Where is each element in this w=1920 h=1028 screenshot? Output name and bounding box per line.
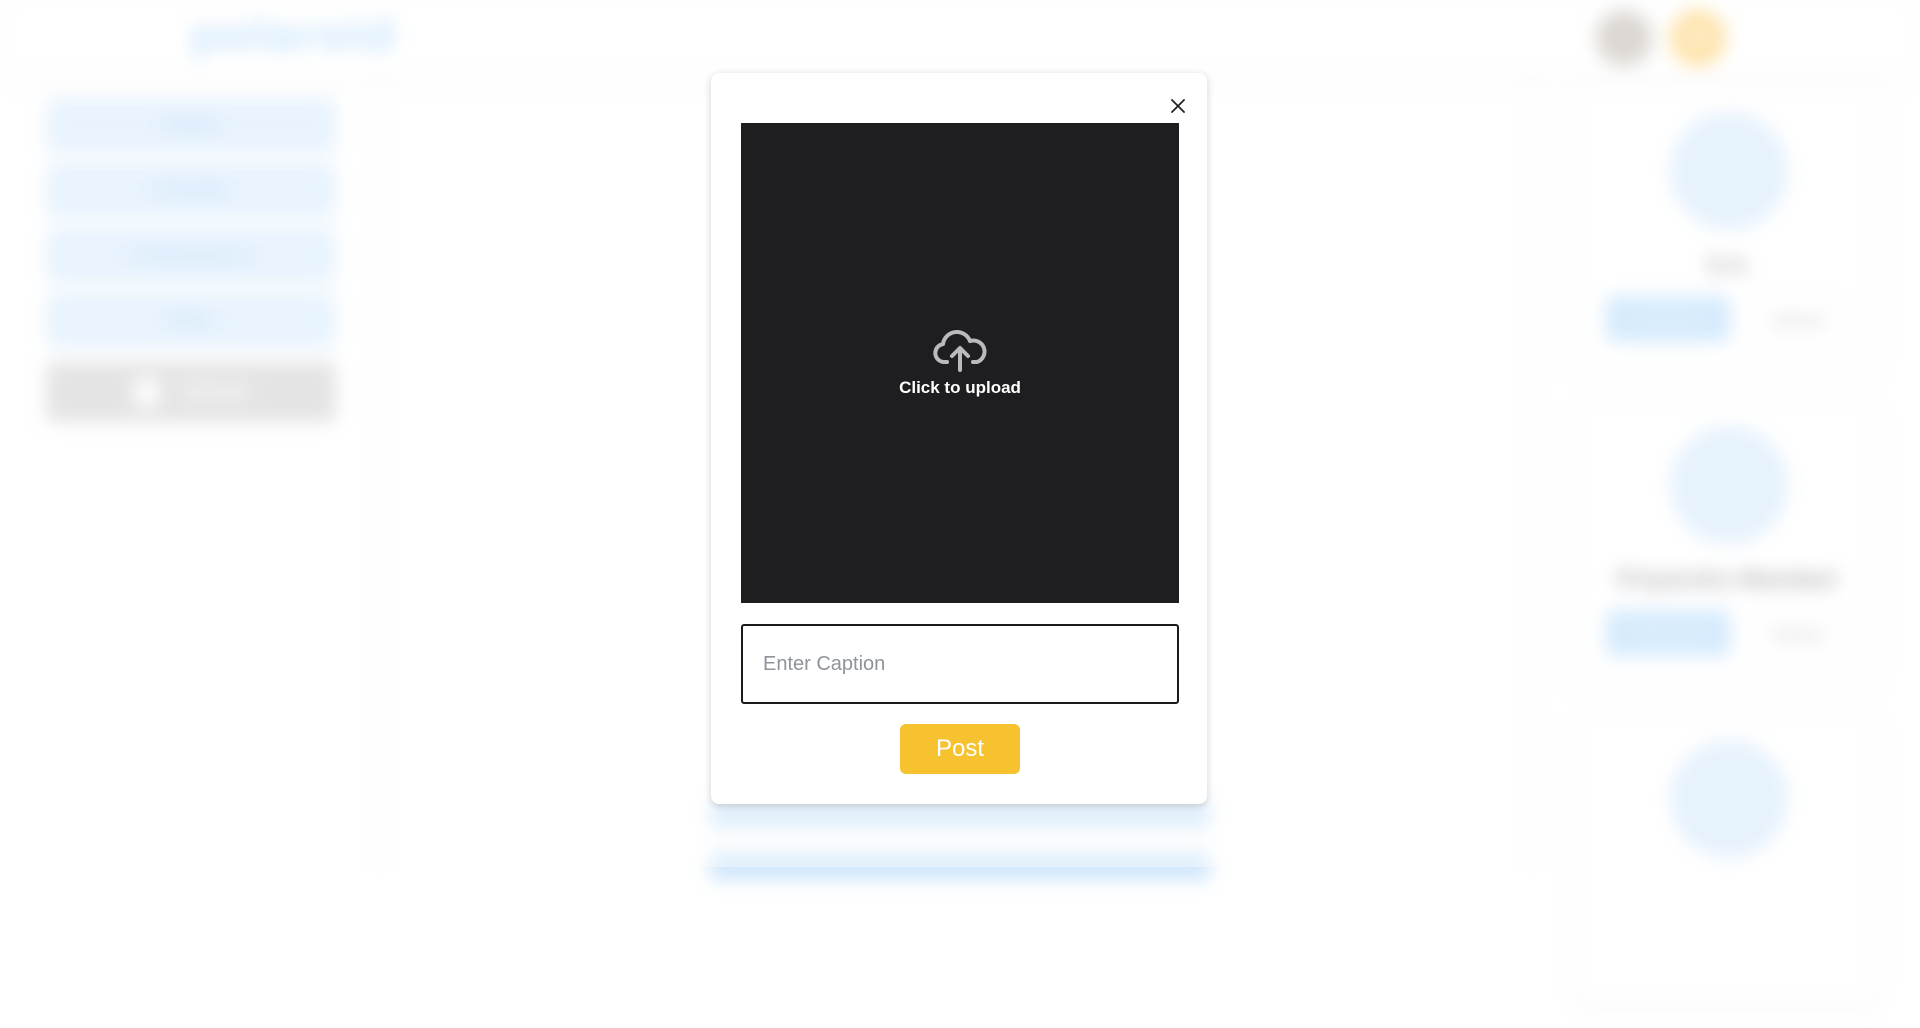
caption-input[interactable] — [741, 624, 1179, 704]
upload-label: Click to upload — [899, 378, 1021, 397]
close-icon — [1171, 99, 1185, 113]
create-post-modal: Click to upload Post — [711, 73, 1207, 804]
cloud-upload-icon — [933, 330, 987, 372]
upload-dropzone[interactable]: Click to upload — [741, 123, 1179, 603]
post-button[interactable]: Post — [900, 724, 1020, 774]
close-button[interactable] — [1163, 91, 1193, 121]
